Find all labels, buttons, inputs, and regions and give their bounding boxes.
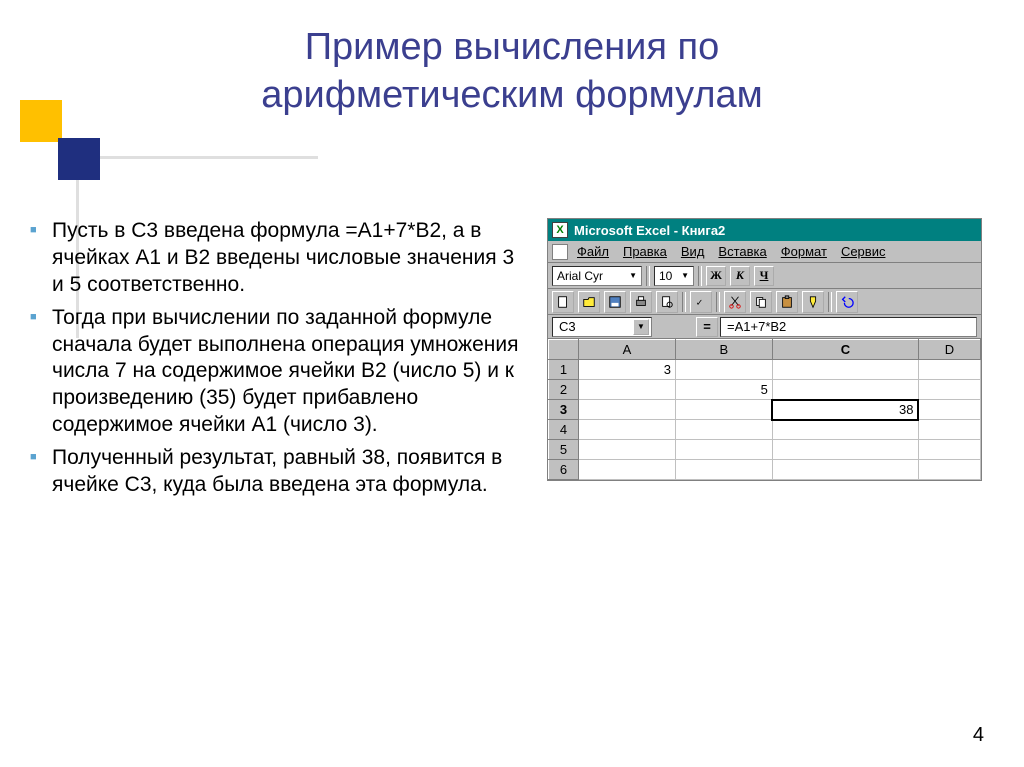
open-icon[interactable]: [578, 291, 600, 313]
slide-title: Пример вычисления по арифметическим форм…: [0, 24, 1024, 119]
page-number: 4: [973, 724, 984, 747]
font-size-selector[interactable]: 10▼: [654, 266, 694, 286]
print-icon[interactable]: [630, 291, 652, 313]
name-box-dropdown-icon[interactable]: ▼: [633, 319, 649, 335]
cell-d4[interactable]: [918, 420, 980, 440]
cell-a2[interactable]: [579, 380, 676, 400]
cell-c4[interactable]: [772, 420, 918, 440]
row-header-5[interactable]: 5: [549, 440, 579, 460]
cell-d1[interactable]: [918, 360, 980, 380]
menu-insert[interactable]: Вставка: [713, 243, 771, 260]
col-header-d[interactable]: D: [918, 340, 980, 360]
name-box[interactable]: C3 ▼: [552, 317, 652, 337]
bullet-3: Полученный результат, равный 38, появитс…: [28, 445, 523, 499]
cell-b4[interactable]: [675, 420, 772, 440]
row-header-3[interactable]: 3: [549, 400, 579, 420]
cell-d2[interactable]: [918, 380, 980, 400]
format-painter-icon[interactable]: [802, 291, 824, 313]
cell-a6[interactable]: [579, 460, 676, 480]
paste-icon[interactable]: [776, 291, 798, 313]
undo-icon[interactable]: [836, 291, 858, 313]
col-header-b[interactable]: B: [675, 340, 772, 360]
cut-icon[interactable]: [724, 291, 746, 313]
cell-b3[interactable]: [675, 400, 772, 420]
save-icon[interactable]: [604, 291, 626, 313]
excel-title-text: Microsoft Excel - Книга2: [574, 223, 725, 238]
excel-formula-bar: C3 ▼ = =A1+7*B2: [548, 315, 981, 339]
row-header-1[interactable]: 1: [549, 360, 579, 380]
cell-c3[interactable]: 38: [772, 400, 918, 420]
cell-c6[interactable]: [772, 460, 918, 480]
cell-c1[interactable]: [772, 360, 918, 380]
bold-button[interactable]: Ж: [706, 266, 726, 286]
new-doc-icon[interactable]: [552, 291, 574, 313]
preview-icon[interactable]: [656, 291, 678, 313]
row-header-6[interactable]: 6: [549, 460, 579, 480]
cell-c5[interactable]: [772, 440, 918, 460]
cell-d3[interactable]: [918, 400, 980, 420]
row-header-4[interactable]: 4: [549, 420, 579, 440]
cell-c2[interactable]: [772, 380, 918, 400]
row-header-2[interactable]: 2: [549, 380, 579, 400]
excel-grid[interactable]: A B C D 1 3 2 5: [548, 339, 981, 480]
menu-edit[interactable]: Правка: [618, 243, 672, 260]
title-line-2: арифметическим формулам: [261, 74, 763, 116]
excel-app-icon: [552, 222, 568, 238]
menu-tools[interactable]: Сервис: [836, 243, 891, 260]
italic-button[interactable]: К: [730, 266, 750, 286]
menu-view[interactable]: Вид: [676, 243, 710, 260]
menu-file[interactable]: Файл: [572, 243, 614, 260]
cell-d6[interactable]: [918, 460, 980, 480]
excel-standard-toolbar: ✓: [548, 289, 981, 315]
col-header-c[interactable]: C: [772, 340, 918, 360]
cell-b5[interactable]: [675, 440, 772, 460]
excel-window: Microsoft Excel - Книга2 Файл Правка Вид…: [547, 218, 982, 481]
cell-b6[interactable]: [675, 460, 772, 480]
cell-b1[interactable]: [675, 360, 772, 380]
svg-text:✓: ✓: [696, 297, 703, 307]
cell-a4[interactable]: [579, 420, 676, 440]
bullet-1: Пусть в С3 введена формула =А1+7*В2, а в…: [28, 218, 523, 299]
font-name-selector[interactable]: Arial Cyr▼: [552, 266, 642, 286]
cell-b2[interactable]: 5: [675, 380, 772, 400]
cell-a3[interactable]: [579, 400, 676, 420]
cell-a1[interactable]: 3: [579, 360, 676, 380]
cell-a5[interactable]: [579, 440, 676, 460]
body-text: Пусть в С3 введена формула =А1+7*В2, а в…: [28, 218, 523, 505]
menu-format[interactable]: Формат: [776, 243, 832, 260]
excel-doc-icon: [552, 244, 568, 260]
copy-icon[interactable]: [750, 291, 772, 313]
underline-button[interactable]: Ч: [754, 266, 774, 286]
cell-d5[interactable]: [918, 440, 980, 460]
excel-menubar: Файл Правка Вид Вставка Формат Сервис: [548, 241, 981, 263]
col-header-a[interactable]: A: [579, 340, 676, 360]
select-all-corner[interactable]: [549, 340, 579, 360]
bullet-2: Тогда при вычислении по заданной формуле…: [28, 305, 523, 439]
excel-format-toolbar: Arial Cyr▼ 10▼ Ж К Ч: [548, 263, 981, 289]
excel-titlebar: Microsoft Excel - Книга2: [548, 219, 981, 241]
title-line-1: Пример вычисления по: [305, 26, 720, 68]
spellcheck-icon[interactable]: ✓: [690, 291, 712, 313]
equals-button[interactable]: =: [696, 317, 718, 337]
formula-content[interactable]: =A1+7*B2: [720, 317, 977, 337]
